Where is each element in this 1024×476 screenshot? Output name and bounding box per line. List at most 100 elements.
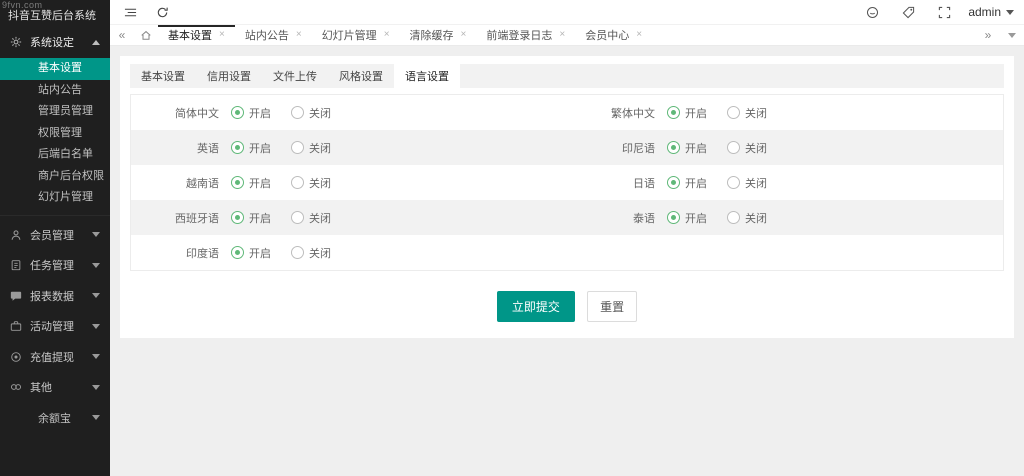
form-row: 简体中文 开启 关闭 繁体中文 开启 关闭 [131,95,1003,130]
chevron-down-icon [1006,9,1014,15]
settings-tab-basic[interactable]: 基本设置 [130,64,196,88]
sidebar-item-activity-management[interactable]: 活动管理 [0,311,110,342]
tab-frontend-login-log[interactable]: 前端登录日志 × [476,25,575,45]
settings-tab-credit[interactable]: 信用设置 [196,64,262,88]
menu-fold-icon[interactable] [118,0,142,24]
field-label: 越南语 [186,177,219,190]
radio-circle-icon [231,141,244,154]
system-submenu: 基本设置 站内公告 管理员管理 权限管理 后端白名单 商户后台权限 幻灯片管理 [0,58,110,209]
tab-label: 幻灯片管理 [321,30,377,42]
close-icon[interactable]: × [461,30,467,40]
chevron-down-icon [92,354,100,360]
sidebar-group-system-settings[interactable]: 系统设定 [0,26,110,58]
tabs-scroll-left-icon[interactable]: « [110,25,134,45]
radio-label: 关闭 [309,177,331,190]
tab-clear-cache[interactable]: 清除缓存 × [400,25,477,45]
radio-on[interactable]: 开启 [231,140,271,156]
main-content: 基本设置 信用设置 文件上传 风格设置 语言设置 简体中文 开启 关闭 繁体中文… [110,46,1024,476]
tabs-scroll-right-icon[interactable]: » [976,28,1000,42]
form-row: 越南语 开启 关闭 日语 开启 关闭 [131,165,1003,200]
radio-off[interactable]: 关闭 [291,105,331,121]
tab-member-center[interactable]: 会员中心 × [575,25,652,45]
radio-on[interactable]: 开启 [667,210,707,226]
radio-off[interactable]: 关闭 [291,245,331,261]
close-icon[interactable]: × [636,30,642,40]
sidebar-item-slideshow-management[interactable]: 幻灯片管理 [0,187,110,209]
sidebar-item-member-management[interactable]: 会员管理 [0,220,110,251]
radio-circle-icon [231,176,244,189]
sidebar-lower-menu: 会员管理 任务管理 报表数据 活动管理 充值提现 其他 余额宝 [0,214,110,434]
settings-tab-language[interactable]: 语言设置 [394,64,460,88]
close-icon[interactable]: × [559,30,565,40]
tab-slideshow-management[interactable]: 幻灯片管理 × [312,25,400,45]
field-label: 繁体中文 [611,107,655,120]
radio-on[interactable]: 开启 [231,245,271,261]
close-icon[interactable]: × [219,30,225,40]
radio-circle-icon [667,176,680,189]
close-icon[interactable]: × [296,30,302,40]
field-label: 日语 [633,177,655,190]
chevron-down-icon [92,323,100,329]
gear-icon [10,36,22,48]
tag-icon[interactable] [896,0,920,24]
sidebar-item-backend-whitelist[interactable]: 后端白名单 [0,144,110,166]
header-right-tools: admin [860,0,1024,24]
tab-site-announcement[interactable]: 站内公告 × [235,25,312,45]
home-icon[interactable] [134,25,158,45]
radio-circle-icon [231,246,244,259]
field-label: 英语 [197,142,219,155]
top-header: admin [110,0,1024,25]
fullscreen-icon[interactable] [932,0,956,24]
chevron-down-icon [92,262,100,268]
user-menu[interactable]: admin [968,5,1014,19]
sidebar-item-admin-management[interactable]: 管理员管理 [0,101,110,123]
radio-circle-icon [231,211,244,224]
form-field-traditional-chinese: 繁体中文 开启 关闭 [567,95,1003,130]
radio-off[interactable]: 关闭 [291,140,331,156]
tab-basic-settings[interactable]: 基本设置 × [158,25,235,45]
link-icon [10,381,22,393]
submit-button[interactable]: 立即提交 [496,291,575,322]
refresh-icon[interactable] [150,0,174,24]
radio-label: 关闭 [745,107,767,120]
radio-off[interactable]: 关闭 [727,210,767,226]
menu-label: 系统设定 [30,37,74,49]
menu-label: 任务管理 [30,260,74,273]
sidebar-item-site-announcement[interactable]: 站内公告 [0,80,110,102]
menu-label: 余额宝 [38,412,71,425]
radio-circle-icon [727,211,740,224]
sidebar-item-report-data[interactable]: 报表数据 [0,281,110,312]
radio-circle-icon [727,176,740,189]
radio-off[interactable]: 关闭 [727,140,767,156]
settings-tab-file-upload[interactable]: 文件上传 [262,64,328,88]
radio-off[interactable]: 关闭 [291,175,331,191]
sidebar-item-merchant-backend-permission[interactable]: 商户后台权限 [0,166,110,188]
settings-tab-style[interactable]: 风格设置 [328,64,394,88]
tab-label: 站内公告 [244,30,289,42]
radio-on[interactable]: 开启 [667,105,707,121]
radio-circle-icon [667,106,680,119]
sidebar-item-task-management[interactable]: 任务管理 [0,250,110,281]
menu-label: 活动管理 [30,321,74,334]
radio-on[interactable]: 开启 [231,105,271,121]
radio-label: 开启 [685,142,707,155]
radio-on[interactable]: 开启 [667,140,707,156]
reset-button[interactable]: 重置 [587,291,638,322]
radio-off[interactable]: 关闭 [291,210,331,226]
sidebar-item-recharge-withdraw[interactable]: 充值提现 [0,342,110,373]
sidebar-item-basic-settings[interactable]: 基本设置 [0,58,110,80]
menu-label: 会员管理 [30,229,74,242]
radio-on[interactable]: 开启 [231,175,271,191]
sidebar-item-permission-management[interactable]: 权限管理 [0,123,110,145]
sidebar-item-other[interactable]: 其他 [0,372,110,403]
sidebar-item-yuebao[interactable]: 余额宝 [0,403,110,434]
radio-label: 开启 [249,142,271,155]
tabs-menu-icon[interactable] [1000,32,1024,38]
radio-on[interactable]: 开启 [667,175,707,191]
language-form: 简体中文 开启 关闭 繁体中文 开启 关闭 英语 开启 关闭 印尼语 开启 关闭… [130,94,1004,271]
radio-on[interactable]: 开启 [231,210,271,226]
close-icon[interactable]: × [384,30,390,40]
radio-off[interactable]: 关闭 [727,175,767,191]
message-icon[interactable] [860,0,884,24]
radio-off[interactable]: 关闭 [727,105,767,121]
